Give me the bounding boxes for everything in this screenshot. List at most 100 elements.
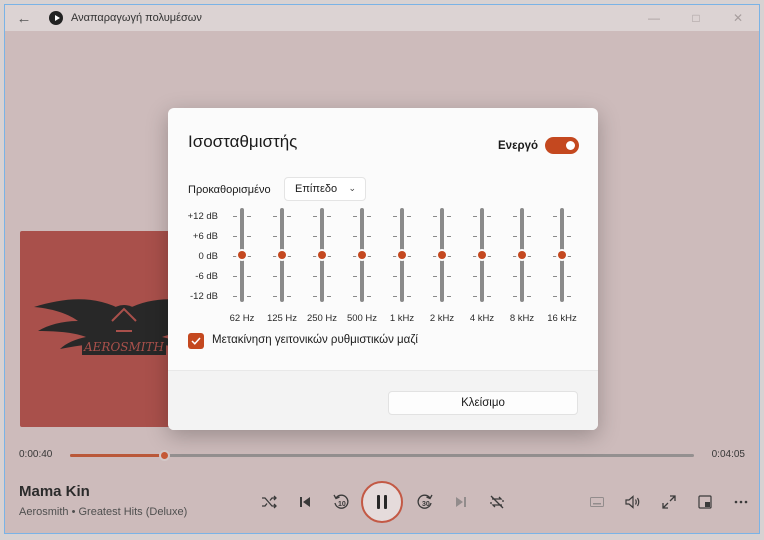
eq-band-tick (553, 216, 557, 217)
eq-band-tick (473, 296, 477, 297)
equalizer-title: Ισοσταθμιστής (188, 132, 298, 151)
app-title: Αναπαραγωγή πολυμέσων (71, 12, 202, 24)
eq-band-tick (233, 216, 237, 217)
eq-band-thumb[interactable] (476, 249, 488, 261)
eq-band-tick (393, 276, 397, 277)
eq-band-tick (407, 296, 411, 297)
chevron-down-icon: ⌄ (348, 183, 356, 193)
close-window-icon[interactable]: ✕ (717, 5, 759, 31)
eq-band-slider[interactable] (382, 206, 422, 318)
eq-band-tick (407, 276, 411, 277)
eq-band-tick (513, 236, 517, 237)
eq-band-tick (367, 296, 371, 297)
dialog-footer: Κλείσιμο (168, 370, 598, 430)
move-neighbors-label: Μετακίνηση γειτονικών ρυθμιστικών μαζί (212, 334, 418, 346)
eq-band-tick (327, 236, 331, 237)
eq-band-tick (287, 216, 291, 217)
maximize-icon[interactable]: □ (675, 5, 717, 31)
eq-band-slider[interactable] (222, 206, 262, 318)
eq-band-tick (433, 296, 437, 297)
eq-band-slider[interactable] (342, 206, 382, 318)
eq-band-tick (313, 296, 317, 297)
window-controls: — □ ✕ (633, 5, 759, 31)
eq-band-tick (393, 236, 397, 237)
eq-band-tick (527, 296, 531, 297)
eq-band-slider[interactable] (302, 206, 342, 318)
minimize-icon[interactable]: — (633, 5, 675, 31)
eq-band-tick (233, 276, 237, 277)
equalizer-enabled-toggle[interactable] (545, 137, 579, 154)
eq-band-thumb[interactable] (276, 249, 288, 261)
eq-band-tick (247, 296, 251, 297)
eq-band-tick (367, 216, 371, 217)
eq-band-tick (527, 216, 531, 217)
eq-band-tick (567, 236, 571, 237)
eq-band-tick (313, 236, 317, 237)
eq-band-frequency-label: 16 kHz (547, 313, 577, 324)
db-label: +12 dB (187, 211, 218, 222)
media-player-window: ← Αναπαραγωγή πολυμέσων — □ ✕ AEROSMITH … (4, 4, 760, 534)
eq-band-thumb[interactable] (436, 249, 448, 261)
eq-band-tick (487, 236, 491, 237)
eq-band-tick (567, 296, 571, 297)
eq-band-tick (447, 296, 451, 297)
eq-band-tick (287, 296, 291, 297)
db-label: -6 dB (195, 271, 218, 282)
eq-band-slider[interactable] (542, 206, 582, 318)
eq-band-thumb[interactable] (316, 249, 328, 261)
eq-band-thumb[interactable] (396, 249, 408, 261)
eq-band-thumb[interactable] (556, 249, 568, 261)
eq-band-thumb[interactable] (236, 249, 248, 261)
eq-band-tick (447, 276, 451, 277)
eq-band-slider[interactable] (462, 206, 502, 318)
eq-band-tick (273, 276, 277, 277)
eq-band-tick (433, 216, 437, 217)
eq-band-thumb[interactable] (516, 249, 528, 261)
enabled-label: Ενεργό (498, 140, 539, 152)
eq-band-tick (473, 276, 477, 277)
eq-band-tick (553, 276, 557, 277)
eq-band-tick (327, 296, 331, 297)
close-button[interactable]: Κλείσιμο (388, 391, 578, 415)
eq-band-tick (327, 216, 331, 217)
eq-band-tick (353, 216, 357, 217)
db-label: -12 dB (190, 291, 218, 302)
eq-band-tick (287, 276, 291, 277)
preset-dropdown[interactable]: Επίπεδο ⌄ (284, 177, 366, 201)
eq-band-slider[interactable] (422, 206, 462, 318)
eq-band-tick (367, 236, 371, 237)
eq-band-tick (473, 236, 477, 237)
eq-band-tick (393, 216, 397, 217)
eq-band-tick (487, 276, 491, 277)
eq-band-thumb[interactable] (356, 249, 368, 261)
eq-band-slider[interactable] (262, 206, 302, 318)
title-bar: ← Αναπαραγωγή πολυμέσων — □ ✕ (5, 5, 759, 31)
eq-band-tick (327, 276, 331, 277)
equalizer-dialog: Ισοσταθμιστής Ενεργό Προκαθορισμένο Επίπ… (168, 108, 598, 430)
eq-band-tick (233, 296, 237, 297)
db-label: +6 dB (192, 231, 218, 242)
eq-band-tick (513, 276, 517, 277)
eq-band-tick (513, 296, 517, 297)
eq-band-tick (567, 216, 571, 217)
eq-band-tick (287, 236, 291, 237)
eq-band-tick (567, 276, 571, 277)
eq-band-tick (233, 236, 237, 237)
db-label: 0 dB (198, 251, 218, 262)
eq-band-tick (487, 296, 491, 297)
eq-band-tick (447, 216, 451, 217)
eq-band-tick (247, 276, 251, 277)
eq-band-tick (353, 276, 357, 277)
move-neighbors-checkbox[interactable] (188, 333, 204, 349)
eq-band-tick (273, 236, 277, 237)
eq-band-tick (487, 216, 491, 217)
eq-band-tick (393, 296, 397, 297)
toggle-knob (566, 141, 575, 150)
eq-band-tick (527, 276, 531, 277)
preset-value: Επίπεδο (295, 183, 338, 195)
back-arrow-icon[interactable]: ← (9, 5, 39, 31)
eq-band-tick (407, 216, 411, 217)
eq-band-tick (433, 276, 437, 277)
eq-band-tick (353, 296, 357, 297)
eq-band-slider[interactable] (502, 206, 542, 318)
